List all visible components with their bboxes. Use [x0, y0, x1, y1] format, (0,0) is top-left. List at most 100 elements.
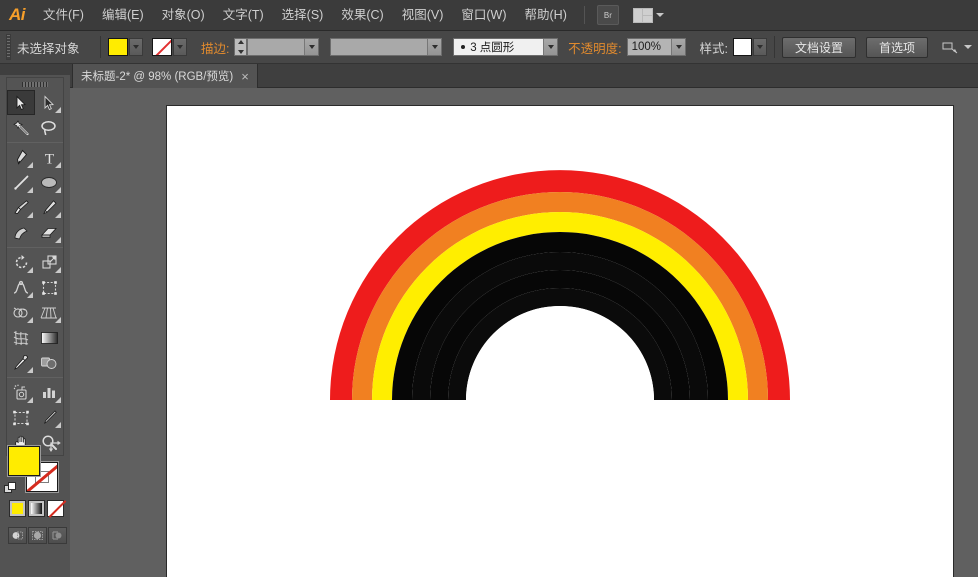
direct-selection-tool[interactable] [35, 90, 63, 115]
slice-tool[interactable] [35, 405, 63, 430]
gradient-tool[interactable] [35, 325, 63, 350]
brush-dropdown-icon[interactable] [543, 39, 558, 55]
tool-flyout-icon[interactable] [27, 367, 33, 373]
rainbow-arc-graphic[interactable] [167, 106, 953, 577]
none-mode-button[interactable] [47, 500, 64, 517]
draw-normal-button[interactable] [8, 527, 27, 544]
tool-flyout-icon[interactable] [55, 267, 61, 273]
tool-flyout-icon[interactable] [55, 317, 61, 323]
document-setup-button[interactable]: 文档设置 [781, 36, 856, 58]
width-tool[interactable] [7, 275, 35, 300]
symbol-sprayer-tool[interactable] [7, 380, 35, 405]
illustrator-window: Ai 文件(F) 编辑(E) 对象(O) 文字(T) 选择(S) 效果(C) 视… [0, 0, 978, 577]
type-tool[interactable]: T [35, 145, 63, 170]
tool-flyout-icon[interactable] [27, 397, 33, 403]
tool-flyout-icon[interactable] [55, 422, 61, 428]
tool-flyout-icon[interactable] [55, 212, 61, 218]
stroke-weight-stepper[interactable] [234, 38, 248, 56]
tools-panel: T [0, 75, 70, 577]
eyedropper-tool[interactable] [7, 350, 35, 375]
svg-text:T: T [44, 151, 53, 166]
opacity-dropdown-icon[interactable] [671, 39, 686, 55]
tool-flyout-icon[interactable] [55, 162, 61, 168]
stroke-color-swatch[interactable] [152, 38, 172, 56]
magic-wand-tool[interactable] [7, 115, 35, 140]
control-panel-overflow[interactable] [942, 40, 972, 54]
artboard-tool[interactable] [7, 405, 35, 430]
fill-swatch-dropdown[interactable] [129, 38, 143, 56]
tool-flyout-icon[interactable] [55, 237, 61, 243]
menu-help[interactable]: 帮助(H) [516, 0, 576, 31]
pen-tool[interactable] [7, 145, 35, 170]
graphic-style-dropdown[interactable] [752, 38, 767, 56]
blob-brush-tool[interactable] [7, 220, 35, 245]
menu-window[interactable]: 窗口(W) [452, 0, 515, 31]
blend-tool[interactable] [35, 350, 63, 375]
brush-definition-value: 3 点圆形 [470, 42, 515, 54]
color-mode-button[interactable] [9, 500, 26, 517]
tools-panel-grip[interactable] [7, 78, 63, 90]
gradient-mode-button[interactable] [28, 500, 45, 517]
column-graph-tool[interactable] [35, 380, 63, 405]
control-bar-grip[interactable] [6, 34, 11, 60]
free-transform-tool[interactable] [35, 275, 63, 300]
tool-flyout-icon[interactable] [27, 292, 33, 298]
draw-behind-button[interactable] [28, 527, 47, 544]
control-divider-1 [100, 36, 101, 58]
tool-flyout-icon[interactable] [27, 267, 33, 273]
graphic-style-swatch[interactable] [732, 38, 752, 56]
tool-flyout-icon[interactable] [27, 212, 33, 218]
scale-tool[interactable] [35, 250, 63, 275]
menu-effect[interactable]: 效果(C) [332, 0, 392, 31]
paintbrush-tool[interactable] [7, 195, 35, 220]
menu-edit[interactable]: 编辑(E) [93, 0, 153, 31]
swap-fill-stroke-icon[interactable] [48, 440, 62, 453]
tool-flyout-icon[interactable] [55, 107, 61, 113]
pencil-tool[interactable] [35, 195, 63, 220]
brush-preview-icon [461, 45, 466, 49]
stroke-swatch-dropdown[interactable] [173, 38, 187, 56]
go-to-bridge-icon[interactable]: Br [596, 5, 619, 25]
line-segment-tool[interactable] [7, 170, 35, 195]
overflow-chevron-icon [964, 45, 972, 49]
variable-width-profile-select[interactable] [330, 38, 443, 56]
close-icon[interactable]: × [241, 70, 249, 83]
menu-view[interactable]: 视图(V) [393, 0, 453, 31]
tool-flyout-icon[interactable] [27, 187, 33, 193]
canvas-area[interactable] [70, 88, 978, 577]
stroke-weight-dropdown-icon[interactable] [304, 39, 319, 55]
document-tab[interactable]: 未标题-2* @ 98% (RGB/预览) × [72, 64, 258, 88]
ellipse-tool[interactable] [35, 170, 63, 195]
selection-tool[interactable] [7, 90, 35, 115]
preferences-button[interactable]: 首选项 [865, 36, 928, 58]
artboard[interactable] [167, 106, 953, 577]
lasso-tool[interactable] [35, 115, 63, 140]
stroke-weight-input[interactable] [247, 38, 320, 56]
control-bar: 未选择对象 描边: 3 点圆形 不透明度: 100% 样式: 文档设置 首选项 [0, 31, 978, 64]
tool-flyout-icon[interactable] [55, 397, 61, 403]
tool-flyout-icon[interactable] [55, 187, 61, 193]
variable-width-dropdown-icon[interactable] [427, 39, 442, 55]
rotate-tool[interactable] [7, 250, 35, 275]
toolbar-fill-swatch[interactable] [8, 446, 40, 476]
tool-flyout-icon[interactable] [27, 162, 33, 168]
menu-select[interactable]: 选择(S) [273, 0, 333, 31]
perspective-grid-tool[interactable] [35, 300, 63, 325]
menu-object[interactable]: 对象(O) [153, 0, 214, 31]
opacity-input[interactable]: 100% [626, 38, 687, 56]
default-fill-stroke-icon[interactable] [4, 482, 17, 495]
document-tab-title: 未标题-2* @ 98% (RGB/预览) [81, 71, 234, 83]
arrange-documents-button[interactable] [632, 7, 664, 23]
document-tab-bar: 未标题-2* @ 98% (RGB/预览) × [0, 64, 978, 88]
fill-color-swatch[interactable] [108, 38, 128, 56]
tool-flyout-icon[interactable] [27, 317, 33, 323]
menu-file[interactable]: 文件(F) [34, 0, 93, 31]
draw-inside-button[interactable] [48, 527, 67, 544]
stroke-weight-label[interactable]: 描边: [201, 38, 229, 57]
menu-type[interactable]: 文字(T) [214, 0, 273, 31]
mesh-tool[interactable] [7, 325, 35, 350]
shape-builder-tool[interactable] [7, 300, 35, 325]
opacity-label[interactable]: 不透明度: [568, 38, 621, 57]
brush-definition-select[interactable]: 3 点圆形 [453, 38, 559, 56]
eraser-tool[interactable] [35, 220, 63, 245]
